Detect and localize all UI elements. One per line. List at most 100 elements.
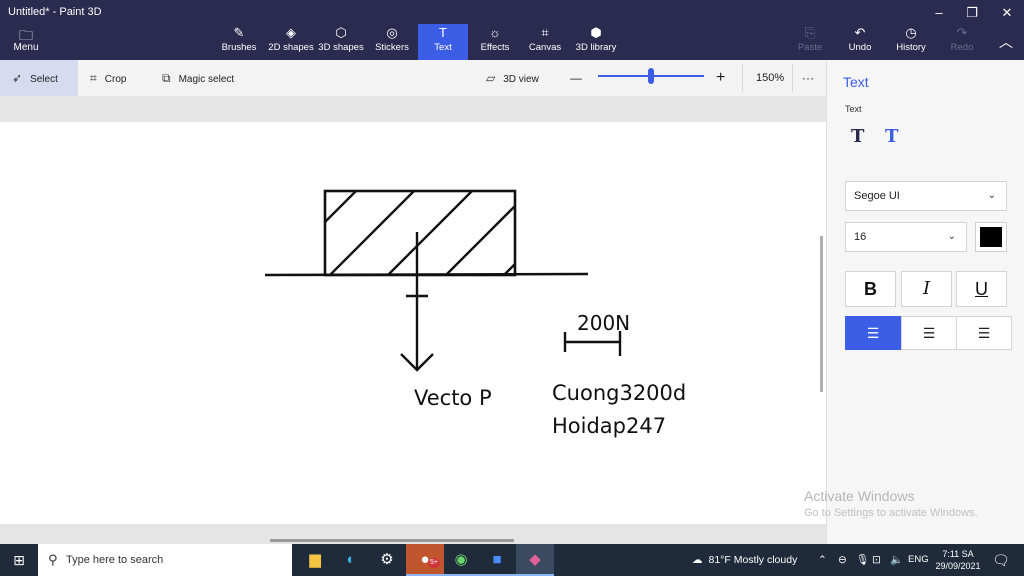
font-size-select[interactable]: 16 ⌄: [845, 222, 967, 252]
zoom-slider-thumb[interactable]: [648, 68, 654, 84]
zoom-level[interactable]: 150%: [756, 60, 784, 96]
horizontal-scrollbar[interactable]: [270, 539, 514, 542]
network-icon[interactable]: ⊡: [872, 544, 881, 576]
input-language[interactable]: ENG: [908, 544, 929, 576]
canvas-tool[interactable]: ⌗ Canvas: [526, 24, 564, 60]
view-3d-icon: ▱: [486, 71, 496, 85]
chevron-down-icon: ⌄: [987, 190, 996, 201]
magic-select-icon: ⧉: [162, 71, 171, 85]
start-button[interactable]: ⊞: [0, 544, 38, 576]
search-icon: ⚲: [48, 552, 58, 567]
history-button[interactable]: ◷ History: [892, 24, 930, 60]
settings-icon[interactable]: ⚙: [368, 544, 406, 576]
chat-app-icon[interactable]: ● 5+: [406, 544, 444, 576]
ground-line: [264, 272, 589, 277]
library-icon: ⬢: [590, 25, 602, 40]
microphone-icon[interactable]: 🎙: [856, 544, 869, 576]
history-icon: ◷: [905, 25, 917, 40]
taskbar-search[interactable]: ⚲ Type here to search: [38, 544, 292, 576]
paste-button[interactable]: ⎘ Paste: [790, 24, 830, 60]
stickers-tool[interactable]: ◎ Stickers: [372, 24, 412, 60]
effects-tool[interactable]: ☼ Effects: [476, 24, 514, 60]
clock-time: 7:11 SA: [942, 549, 974, 559]
2d-shapes-tool[interactable]: ◈ 2D shapes: [266, 24, 316, 60]
activation-watermark-text: Go to Settings to activate Windows.: [804, 507, 978, 519]
menu-button[interactable]: 🗀 Menu: [6, 28, 46, 53]
undo-button[interactable]: ↶ Undo: [842, 24, 878, 60]
align-right-button[interactable]: ☰: [956, 316, 1012, 350]
align-left-button[interactable]: ☰: [845, 316, 901, 350]
redo-icon: ↷: [956, 25, 968, 40]
cloud-icon: ☁: [692, 554, 703, 566]
redo-button[interactable]: ↷ Redo: [944, 24, 980, 60]
italic-button[interactable]: I: [901, 271, 952, 307]
3d-library-tool[interactable]: ⬢ 3D library: [574, 24, 618, 60]
select-tool[interactable]: ➶ Select: [0, 60, 78, 96]
app-icon-green[interactable]: ◉: [442, 544, 480, 576]
plain-text-icon[interactable]: T: [851, 126, 864, 147]
notification-badge: 5+: [428, 558, 440, 568]
underline-button[interactable]: U: [956, 271, 1007, 307]
folder-icon: 🗀: [19, 27, 33, 43]
tray-chevron-icon[interactable]: ⌃: [818, 544, 827, 576]
text-icon: T: [439, 25, 447, 40]
canvas[interactable]: Vecto P 200N Cuong3200d Hoidap247: [0, 122, 826, 524]
cube-icon: ⬡: [335, 25, 347, 40]
hatched-block: [325, 191, 515, 275]
volume-icon[interactable]: 🔈: [890, 544, 903, 576]
shapes-2d-icon: ◈: [286, 25, 296, 40]
canvas-icon: ⌗: [541, 25, 549, 40]
scale-label[interactable]: 200N: [577, 311, 630, 335]
paste-icon: ⎘: [804, 25, 816, 40]
text-tool[interactable]: T Text: [418, 24, 468, 60]
bold-button[interactable]: B: [845, 271, 896, 307]
paint-3d-icon[interactable]: ◆: [516, 544, 554, 576]
weather-widget[interactable]: ☁ 81°F Mostly cloudy: [692, 544, 797, 576]
more-options-button[interactable]: ···: [802, 60, 814, 96]
3d-text-icon[interactable]: T: [885, 126, 898, 147]
crop-icon: ⌗: [90, 71, 97, 85]
panel-subtitle: Text: [845, 104, 862, 114]
file-explorer-icon[interactable]: ▆: [296, 544, 334, 576]
toolbar-divider: [792, 64, 793, 92]
vector-label[interactable]: Vecto P: [414, 386, 492, 410]
ribbon: Untitled* - Paint 3D – ❐ ✕ 🗀 Menu ✎ Brus…: [0, 0, 1024, 60]
credit-line-2[interactable]: Hoidap247: [552, 414, 666, 438]
zoom-app-icon[interactable]: ■: [478, 544, 516, 576]
minimize-button[interactable]: –: [922, 4, 956, 22]
notification-center-icon[interactable]: 🗨: [992, 544, 1010, 576]
maximize-button[interactable]: ❐: [955, 4, 989, 22]
brushes-tool[interactable]: ✎ Brushes: [220, 24, 258, 60]
toolbar-divider: [742, 64, 743, 92]
sticker-icon: ◎: [386, 25, 398, 40]
clock[interactable]: 7:11 SA 29/09/2021: [930, 548, 986, 572]
people-icon[interactable]: ⊖: [838, 544, 847, 576]
magic-select-tool[interactable]: ⧉ Magic select: [162, 60, 234, 96]
edge-icon[interactable]: ◐: [332, 544, 370, 576]
crop-tool[interactable]: ⌗ Crop: [90, 60, 126, 96]
activation-watermark-title: Activate Windows: [804, 488, 915, 504]
brush-icon: ✎: [233, 25, 245, 40]
vertical-scrollbar[interactable]: [820, 236, 823, 392]
3d-view-toggle[interactable]: ▱ 3D view: [486, 60, 539, 96]
zoom-in-button[interactable]: +: [716, 60, 725, 96]
undo-icon: ↶: [854, 25, 866, 40]
credit-line-1[interactable]: Cuong3200d: [552, 381, 686, 405]
windows-logo-icon: ⊞: [13, 552, 25, 568]
effects-icon: ☼: [489, 25, 501, 40]
menu-label: Menu: [13, 42, 39, 53]
cursor-icon: ➶: [12, 71, 23, 85]
window-title: Untitled* - Paint 3D: [8, 6, 102, 18]
chevron-down-icon: ⌄: [947, 231, 956, 242]
canvas-area: Vecto P 200N Cuong3200d Hoidap247: [0, 96, 826, 544]
zoom-out-button[interactable]: —: [570, 60, 582, 96]
taskbar: ⊞ ⚲ Type here to search ▆ ◐ ⚙ ● 5+ ◉ ■ ◆ …: [0, 544, 1024, 576]
swatch-fill: [980, 227, 1002, 247]
toolbar: ➶ Select ⌗ Crop ⧉ Magic select ▱ 3D view — +…: [0, 60, 826, 96]
text-color-swatch[interactable]: [975, 222, 1007, 252]
align-center-button[interactable]: ☰: [901, 316, 957, 350]
font-family-select[interactable]: Segoe UI ⌄: [845, 181, 1007, 211]
3d-shapes-tool[interactable]: ⬡ 3D shapes: [318, 24, 364, 60]
drawing: [264, 189, 622, 372]
close-button[interactable]: ✕: [990, 4, 1024, 22]
